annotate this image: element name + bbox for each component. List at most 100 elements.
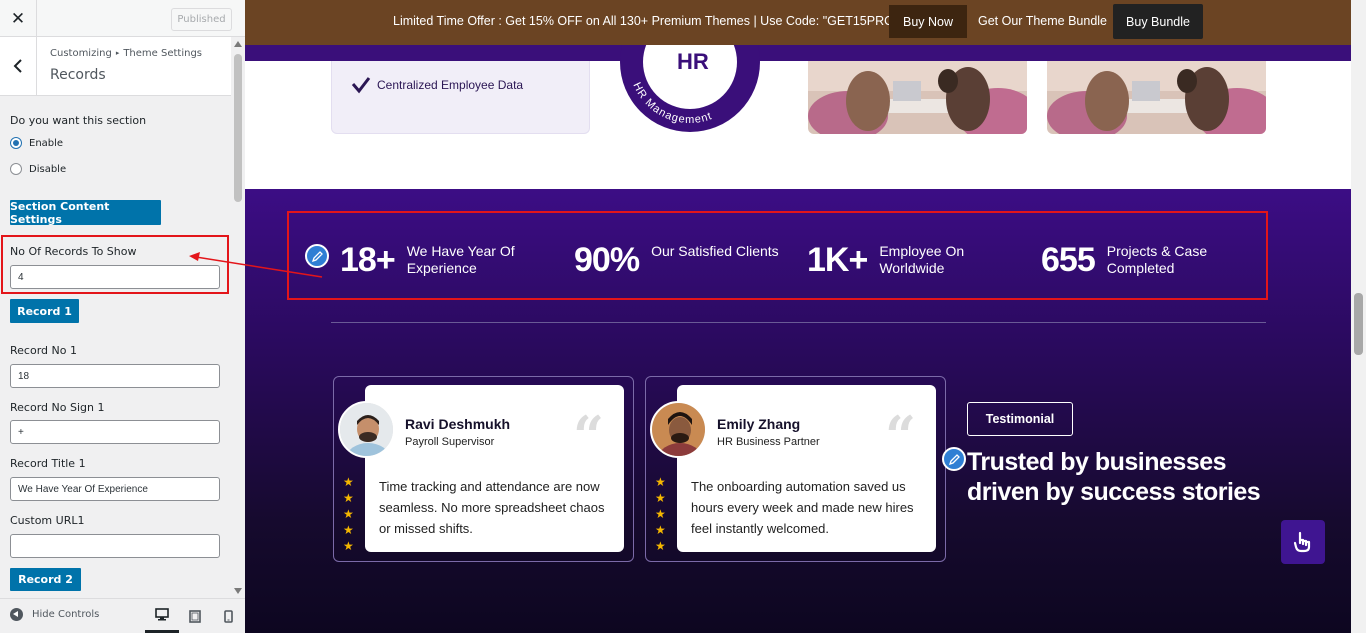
desktop-icon[interactable] bbox=[145, 599, 179, 633]
checkmark-icon bbox=[351, 77, 371, 94]
edit-pencil-icon[interactable] bbox=[942, 447, 966, 471]
collapse-icon bbox=[10, 608, 23, 621]
preview-scrollbar[interactable] bbox=[1351, 0, 1366, 633]
breadcrumb-customizing: Customizing bbox=[50, 48, 112, 59]
breadcrumb: Customizing ▸ Theme Settings bbox=[50, 48, 202, 59]
edit-pencil-icon[interactable] bbox=[305, 244, 329, 268]
scroll-down-icon[interactable] bbox=[234, 588, 242, 594]
record-no-label: Record No 1 bbox=[10, 344, 77, 357]
record-title: We Have Year Of Experience bbox=[406, 243, 515, 276]
customizer-sidebar: ✕ Published Customizing ▸ Theme Settings R… bbox=[0, 0, 245, 633]
no-of-records-label: No Of Records To Show bbox=[10, 245, 137, 258]
quote-icon: “ bbox=[885, 404, 917, 468]
panel-header: Customizing ▸ Theme Settings Records bbox=[0, 37, 231, 96]
star-icon: ★ bbox=[343, 507, 354, 521]
testimonial-card-body: Ravi Deshmukh Payroll Supervisor “ Time … bbox=[365, 385, 624, 552]
record-sign-input[interactable] bbox=[10, 420, 220, 444]
record-title-input[interactable] bbox=[10, 477, 220, 501]
published-button[interactable]: Published bbox=[171, 8, 232, 31]
testimonial-role: HR Business Partner bbox=[717, 436, 820, 448]
mobile-icon[interactable] bbox=[211, 599, 245, 633]
radio-disable-label: Disable bbox=[29, 163, 67, 175]
star-icon: ★ bbox=[655, 475, 666, 489]
star-icon: ★ bbox=[655, 507, 666, 521]
record-number: 90% bbox=[574, 241, 640, 279]
buy-now-button[interactable]: Buy Now bbox=[889, 5, 967, 38]
testimonial-card-2: Emily Zhang HR Business Partner “ The on… bbox=[645, 376, 946, 562]
testimonial-name: Ravi Deshmukh bbox=[405, 416, 511, 432]
hand-pointer-icon bbox=[1293, 531, 1311, 553]
record-number: 655 bbox=[1041, 241, 1096, 279]
hide-controls-button[interactable]: Hide Controls bbox=[10, 608, 99, 621]
testimonial-text: The onboarding automation saved us hours… bbox=[691, 479, 914, 536]
record-item-4: 655 Projects & Case Completed bbox=[1041, 241, 1222, 279]
testimonial-tag-button[interactable]: Testimonial bbox=[967, 402, 1073, 436]
feature-card-text: Centralized Employee Data bbox=[377, 78, 524, 92]
team-photo-1 bbox=[808, 61, 1027, 134]
record-title: Our Satisfied Clients bbox=[651, 243, 779, 259]
record-2-button[interactable]: Record 2 bbox=[10, 568, 81, 591]
testimonial-name: Emily Zhang bbox=[717, 416, 801, 432]
hide-controls-label: Hide Controls bbox=[32, 609, 100, 620]
hr-management-badge: HR Management HR bbox=[620, 45, 760, 132]
star-icon: ★ bbox=[343, 523, 354, 537]
no-of-records-input[interactable] bbox=[10, 265, 220, 289]
radio-disable[interactable]: Disable bbox=[10, 163, 66, 175]
team-photo-2 bbox=[1047, 61, 1266, 134]
accessibility-hand-button[interactable] bbox=[1281, 520, 1325, 564]
header-strip bbox=[245, 45, 1351, 61]
record-item-3: 1K+ Employee On Worldwide bbox=[807, 241, 979, 279]
breadcrumb-separator-icon: ▸ bbox=[115, 49, 120, 57]
sidebar-scrollbar[interactable] bbox=[231, 37, 245, 598]
chevron-left-icon bbox=[13, 59, 22, 73]
panel-title: Records bbox=[50, 67, 106, 83]
buy-bundle-button[interactable]: Buy Bundle bbox=[1113, 4, 1203, 39]
testimonial-text: Time tracking and attendance are now sea… bbox=[379, 479, 605, 536]
star-icon: ★ bbox=[655, 539, 666, 553]
section-toggle-label: Do you want this section bbox=[10, 114, 147, 127]
promo-bar: Limited Time Offer : Get 15% OFF on All … bbox=[245, 0, 1351, 45]
record-item-1: 18+ We Have Year Of Experience bbox=[340, 241, 532, 279]
controls-scroll-area: Do you want this section Enable Disable … bbox=[0, 96, 231, 598]
scroll-up-icon[interactable] bbox=[234, 41, 242, 47]
record-1-button[interactable]: Record 1 bbox=[10, 299, 79, 323]
avatar bbox=[650, 401, 707, 458]
preview-scroll-thumb[interactable] bbox=[1354, 293, 1363, 355]
star-icon: ★ bbox=[343, 475, 354, 489]
bundle-text: Get Our Theme Bundle bbox=[978, 14, 1108, 28]
records-section: 18+ We Have Year Of Experience 90% Our S… bbox=[245, 189, 1351, 633]
star-icon: ★ bbox=[655, 523, 666, 537]
sidebar-scroll-thumb[interactable] bbox=[234, 54, 242, 202]
badge-letters: HR bbox=[677, 49, 709, 74]
record-item-2: 90% Our Satisfied Clients bbox=[574, 241, 801, 279]
rating-stars: ★ ★ ★ ★ ★ bbox=[343, 475, 354, 554]
record-sign-label: Record No Sign 1 bbox=[10, 401, 105, 414]
record-title: Employee On Worldwide bbox=[879, 243, 965, 276]
section-content-settings-button[interactable]: Section Content Settings bbox=[10, 200, 161, 226]
promo-text: Limited Time Offer : Get 15% OFF on All … bbox=[393, 14, 899, 28]
custom-url-input[interactable] bbox=[10, 534, 220, 558]
star-icon: ★ bbox=[343, 491, 354, 505]
breadcrumb-theme-settings: Theme Settings bbox=[123, 48, 203, 59]
star-icon: ★ bbox=[655, 491, 666, 505]
testimonial-role: Payroll Supervisor bbox=[405, 436, 495, 448]
back-button[interactable] bbox=[0, 37, 37, 95]
radio-enable[interactable]: Enable bbox=[10, 137, 63, 149]
testimonial-card-1: Ravi Deshmukh Payroll Supervisor “ Time … bbox=[333, 376, 634, 562]
section-divider bbox=[331, 322, 1266, 323]
record-number: 1K+ bbox=[807, 241, 868, 279]
customizer-topbar: ✕ Published bbox=[0, 0, 245, 37]
radio-enable-label: Enable bbox=[29, 137, 64, 149]
rating-stars: ★ ★ ★ ★ ★ bbox=[655, 475, 666, 554]
radio-disable-indicator[interactable] bbox=[10, 163, 22, 175]
site-preview: Limited Time Offer : Get 15% OFF on All … bbox=[245, 0, 1366, 633]
record-no-input[interactable] bbox=[10, 364, 220, 388]
tablet-icon[interactable] bbox=[178, 599, 212, 633]
custom-url-label: Custom URL1 bbox=[10, 514, 85, 527]
radio-enable-indicator[interactable] bbox=[10, 137, 22, 149]
close-icon[interactable]: ✕ bbox=[0, 0, 37, 37]
record-title-label: Record Title 1 bbox=[10, 457, 86, 470]
quote-icon: “ bbox=[573, 404, 605, 468]
testimonial-heading: Trusted by businesses driven by success … bbox=[967, 448, 1261, 506]
record-title: Projects & Case Completed bbox=[1106, 243, 1208, 276]
